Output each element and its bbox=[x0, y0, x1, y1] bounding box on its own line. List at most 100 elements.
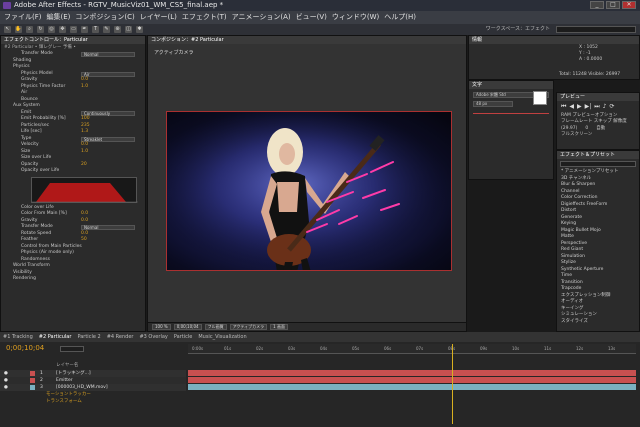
frame-rate-field[interactable]: (29.97) bbox=[561, 125, 577, 132]
preview-panel: プレビュー ⏮ ◀ ▶ ▶| ⏭ ♪ ⟳ RAM プレビューオプション フレーム… bbox=[556, 92, 640, 150]
tab-composition[interactable]: コンポジション：#2 Particular bbox=[151, 36, 224, 44]
layer-duration-bar[interactable] bbox=[188, 377, 636, 383]
tab-timeline-1[interactable]: #1 Tracking bbox=[3, 332, 33, 342]
active-camera-label: アクティブカメラ bbox=[154, 50, 194, 56]
menu-file[interactable]: ファイル(F) bbox=[4, 11, 42, 24]
current-time-indicator[interactable] bbox=[452, 344, 453, 424]
resolution-field[interactable]: 自動 bbox=[596, 125, 605, 132]
effects-search-input[interactable] bbox=[560, 161, 636, 167]
menu-composition[interactable]: コンポジション(C) bbox=[75, 11, 134, 24]
pan-behind-tool-icon[interactable]: ✥ bbox=[59, 26, 66, 33]
hand-tool-icon[interactable]: ✋ bbox=[15, 26, 22, 33]
font-size-field[interactable]: 48 px bbox=[473, 101, 513, 107]
visibility-eye-icon[interactable]: ● bbox=[4, 384, 8, 391]
fill-color-swatch[interactable] bbox=[533, 91, 547, 105]
layer-label-color[interactable] bbox=[30, 371, 35, 376]
clone-tool-icon[interactable]: ⊕ bbox=[114, 26, 121, 33]
effect-property-dropdown[interactable]: Air bbox=[81, 71, 135, 77]
tab-timeline-7[interactable]: Music_Visualization bbox=[198, 332, 246, 342]
current-time-display[interactable]: 0;00;10;04 bbox=[173, 324, 202, 330]
opacity-over-life-graph[interactable] bbox=[31, 176, 138, 203]
selection-tool-icon[interactable]: ↖ bbox=[4, 26, 11, 33]
next-frame-icon[interactable]: ▶| bbox=[585, 103, 592, 111]
tab-timeline-5[interactable]: #3 Overlay bbox=[139, 332, 167, 342]
rotate-tool-icon[interactable]: ↻ bbox=[37, 26, 44, 33]
effect-property-dropdown[interactable]: Normal bbox=[81, 225, 135, 230]
layout-dropdown[interactable]: 1 画面 bbox=[270, 324, 288, 330]
menu-effect[interactable]: エフェクト(T) bbox=[182, 11, 227, 24]
tab-effects-presets[interactable]: エフェクト＆プリセット bbox=[560, 151, 615, 159]
visibility-eye-icon[interactable]: ● bbox=[4, 370, 8, 377]
layer-property-group[interactable]: トランスフォーム bbox=[0, 398, 186, 405]
tab-effect-controls[interactable]: エフェクトコントロール：Particular bbox=[4, 36, 88, 44]
time-ruler-tick: 02s bbox=[256, 346, 264, 351]
tools-toolbar: ↖ ✋ ⌕ ↻ ◎ ✥ ▭ ✒ T ✎ ⊕ ◫ ✱ ワークスペース：エフェクト bbox=[0, 24, 640, 35]
tab-timeline-4[interactable]: #4 Render bbox=[107, 332, 134, 342]
maximize-button[interactable]: □ bbox=[606, 1, 620, 9]
effect-property-dropdown[interactable]: Streaklet bbox=[81, 136, 135, 142]
time-ruler[interactable]: 0:00s01s02s03s04s05s06s07s08s09s10s11s12… bbox=[188, 344, 636, 354]
layer-name[interactable]: [トラッキング...] bbox=[56, 370, 91, 377]
tab-timeline-6[interactable]: Particle bbox=[174, 332, 192, 342]
help-search-input[interactable] bbox=[556, 26, 636, 33]
zoom-tool-icon[interactable]: ⌕ bbox=[26, 26, 33, 33]
mask-tool-icon[interactable]: ▭ bbox=[70, 26, 77, 33]
full-screen-checkbox[interactable]: フルスクリーン bbox=[557, 132, 639, 138]
pen-tool-icon[interactable]: ✒ bbox=[81, 26, 88, 33]
menu-help[interactable]: ヘルプ(H) bbox=[384, 11, 416, 24]
info-particle-count: Total: 11248 Visible: 26997 bbox=[559, 72, 621, 77]
view-dropdown[interactable]: アクティブカメラ bbox=[229, 324, 268, 330]
magnification-dropdown[interactable]: 100 % bbox=[152, 324, 171, 330]
effect-property-list: Transfer Mode Normal Shading Physics Physics… bbox=[1, 51, 145, 175]
window-title: Adobe After Effects - RGTV_MusicViz01_WM… bbox=[14, 1, 224, 9]
brush-tool-icon[interactable]: ✎ bbox=[103, 26, 110, 33]
first-frame-icon[interactable]: ⏮ bbox=[561, 103, 566, 111]
menu-view[interactable]: ビュー(V) bbox=[296, 11, 327, 24]
layer-row[interactable]: ● 3 [000003_HD_WM.mov] bbox=[0, 384, 186, 391]
layer-label-color[interactable] bbox=[30, 378, 35, 383]
last-frame-icon[interactable]: ⏭ bbox=[594, 103, 599, 111]
layer-duration-bar[interactable] bbox=[188, 370, 636, 376]
close-button[interactable]: ✕ bbox=[622, 1, 636, 9]
text-tool-icon[interactable]: T bbox=[92, 26, 99, 33]
tab-preview[interactable]: プレビュー bbox=[560, 93, 585, 101]
minimize-button[interactable]: _ bbox=[590, 1, 604, 9]
eraser-tool-icon[interactable]: ◫ bbox=[125, 26, 132, 33]
layer-duration-bar[interactable] bbox=[188, 384, 636, 390]
menu-edit[interactable]: 編集(E) bbox=[47, 11, 71, 24]
menu-window[interactable]: ウィンドウ(W) bbox=[332, 11, 379, 24]
resolution-dropdown[interactable]: フル画質 bbox=[204, 324, 227, 330]
preview-values: (29.97) 0 自動 bbox=[557, 125, 639, 132]
effect-category-item[interactable]: スタイライズ bbox=[557, 319, 639, 326]
layer-name[interactable]: [000003_HD_WM.mov] bbox=[56, 384, 108, 391]
layer-row[interactable]: ● 1 [トラッキング...] bbox=[0, 370, 186, 377]
camera-tool-icon[interactable]: ◎ bbox=[48, 26, 55, 33]
workspace-selector[interactable]: ワークスペース：エフェクト bbox=[486, 25, 550, 32]
tab-timeline-2[interactable]: #2 Particular bbox=[39, 332, 72, 342]
menu-layer[interactable]: レイヤー(L) bbox=[140, 11, 177, 24]
effect-property-list-2: Color over Life Color From Main [%] 0.0 Gra… bbox=[1, 205, 145, 283]
layer-property-group[interactable]: モーショントラッカー bbox=[0, 391, 186, 398]
composition-viewer-bar: 100 % 0;00;10;04 フル画質 アクティブカメラ 1 画面 bbox=[148, 322, 466, 331]
layer-label-color[interactable] bbox=[30, 385, 35, 390]
effects-category-list: * アニメーションプリセット 3D チャンネル Blur & Sharpen Chan… bbox=[557, 169, 639, 325]
current-timecode[interactable]: 0;00;10;04 bbox=[6, 344, 44, 352]
tab-timeline-3[interactable]: Particle 2 bbox=[77, 332, 100, 342]
menu-animation[interactable]: アニメーション(A) bbox=[232, 11, 291, 24]
effect-property-dropdown[interactable]: Continuously bbox=[81, 110, 135, 116]
tab-character[interactable]: 文字 bbox=[472, 81, 482, 89]
composition-viewer[interactable] bbox=[166, 111, 452, 271]
layer-row[interactable]: ● 2 Emitter bbox=[0, 377, 186, 384]
play-icon[interactable]: ▶ bbox=[577, 103, 582, 111]
audio-icon[interactable]: ♪ bbox=[603, 103, 607, 111]
visibility-eye-icon[interactable]: ● bbox=[4, 377, 8, 384]
tab-info[interactable]: 情報 bbox=[472, 36, 482, 44]
effect-property-dropdown[interactable]: Normal bbox=[81, 52, 135, 57]
effect-property-row[interactable]: Rendering bbox=[1, 276, 145, 283]
timeline-search-input[interactable] bbox=[60, 346, 84, 352]
layer-name[interactable]: Emitter bbox=[56, 377, 73, 384]
loop-icon[interactable]: ⟳ bbox=[610, 103, 615, 111]
prev-frame-icon[interactable]: ◀ bbox=[569, 103, 574, 111]
puppet-tool-icon[interactable]: ✱ bbox=[136, 26, 143, 33]
skip-field[interactable]: 0 bbox=[585, 125, 588, 132]
